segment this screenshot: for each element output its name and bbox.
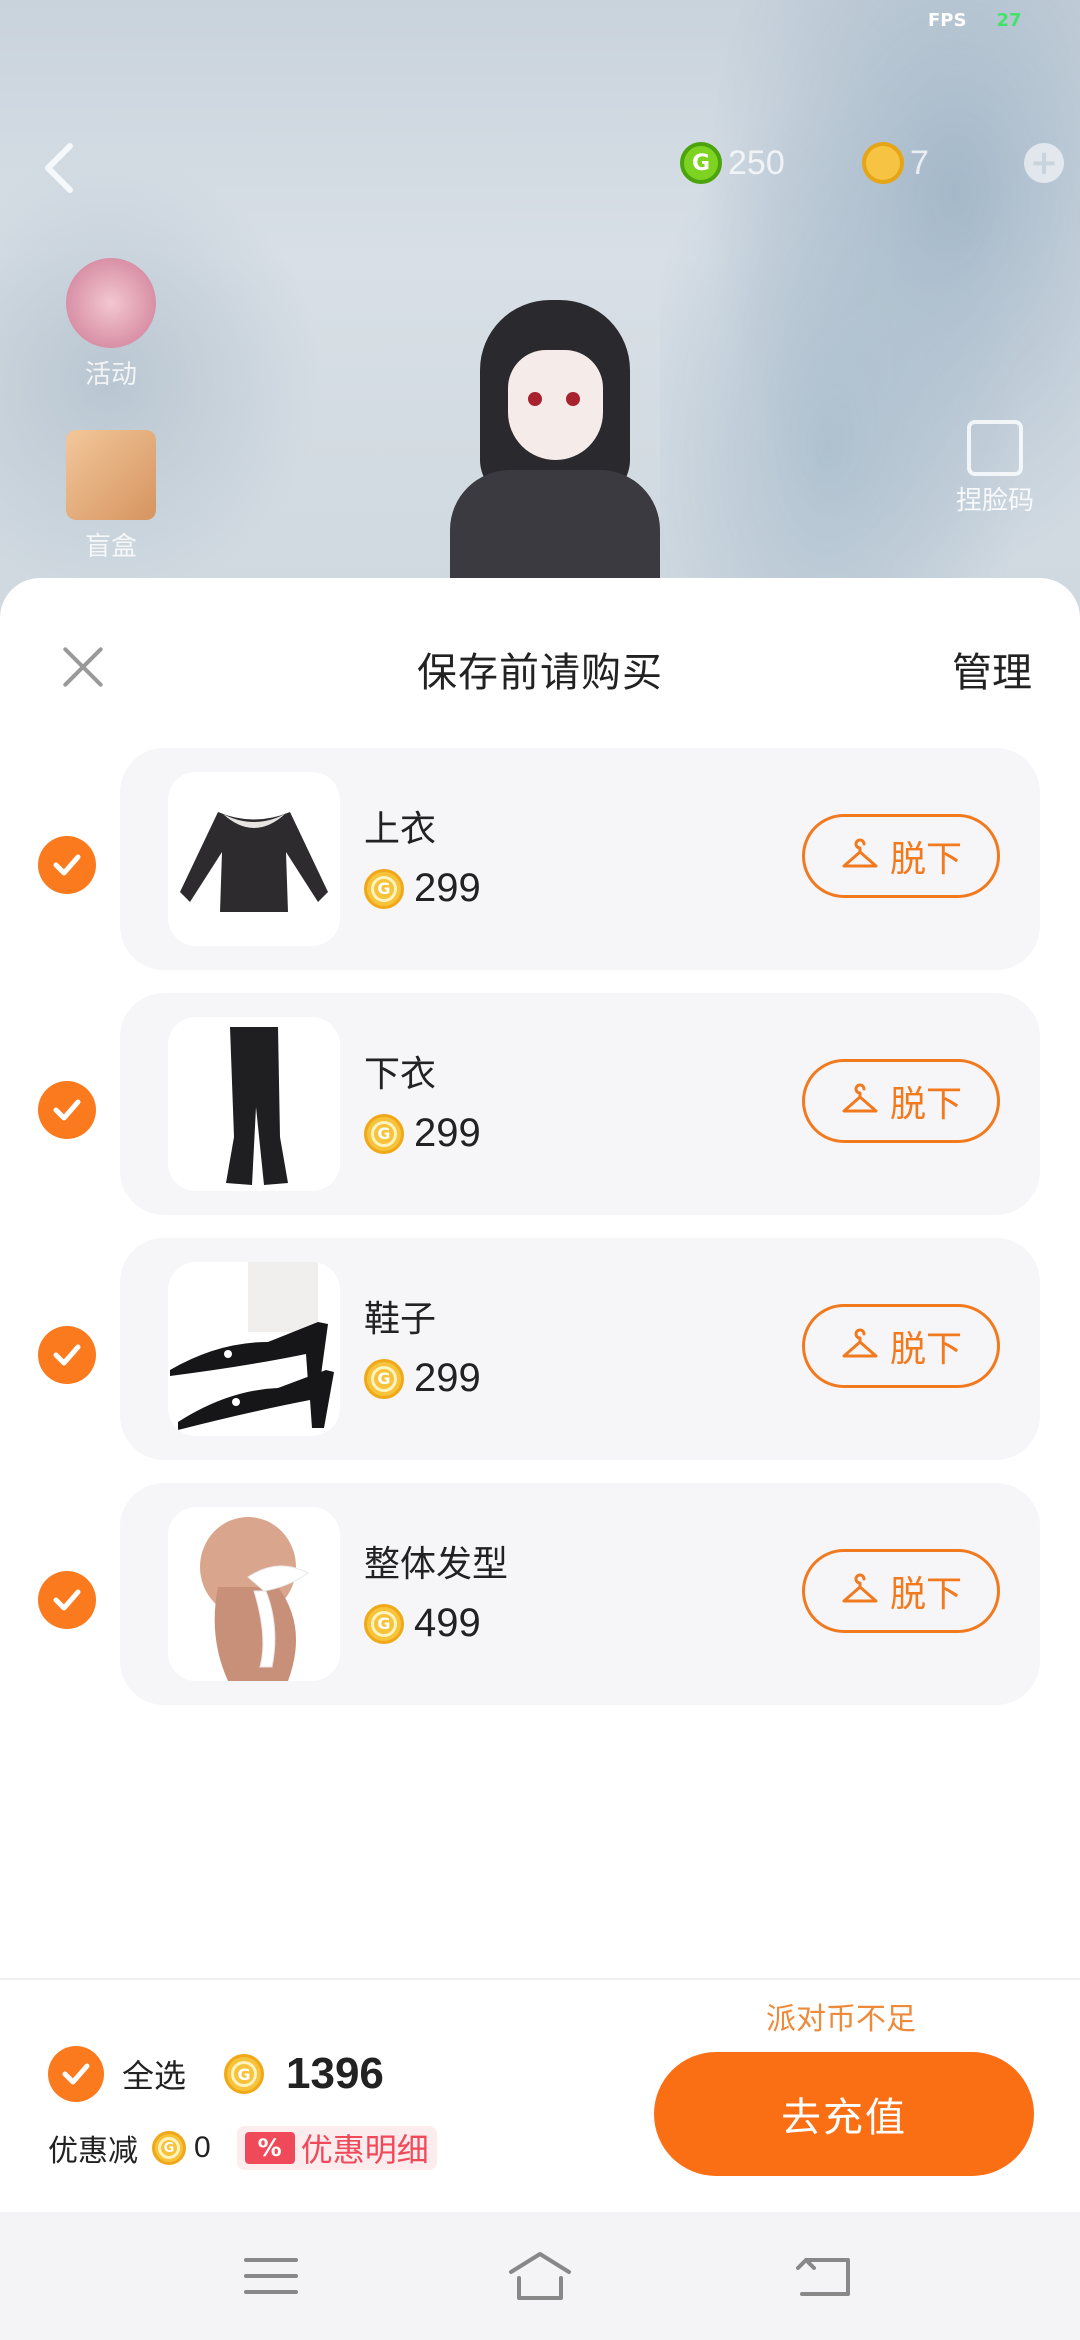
checkmark-icon	[53, 854, 81, 876]
item-price: G 299	[364, 1111, 481, 1156]
manage-button[interactable]: 管理	[952, 640, 1032, 698]
fps-counter: FPS 27	[928, 10, 1022, 31]
price-value: 299	[414, 1111, 481, 1155]
price-value: 299	[414, 1356, 481, 1400]
checkmark-icon	[53, 1344, 81, 1366]
checkmark-icon	[53, 1589, 81, 1611]
item-checkbox[interactable]	[38, 1326, 96, 1384]
discount-value: 0	[194, 2131, 211, 2164]
party-coin-icon: G	[152, 2131, 186, 2165]
discount-row: 优惠减 G 0 % 优惠明细	[48, 2126, 437, 2170]
yellow-currency-amount: 7	[910, 143, 929, 182]
hanger-icon	[842, 838, 878, 868]
fps-label: FPS	[928, 10, 967, 31]
take-off-button[interactable]: 脱下	[802, 1304, 1000, 1388]
scenery-left	[0, 120, 360, 640]
item-price: G 299	[364, 866, 481, 911]
face-code-label: 捏脸码	[955, 486, 1034, 516]
green-coin-icon: G	[680, 142, 722, 184]
item-card[interactable]: 下衣 G 299 脱下	[120, 993, 1040, 1215]
blindbox-entry[interactable]: 盲盒	[56, 430, 166, 563]
edit-icon	[967, 420, 1023, 476]
item-checkbox[interactable]	[38, 836, 96, 894]
party-coin-icon: G	[364, 1358, 404, 1399]
discount-label: 优惠减	[48, 2134, 138, 2169]
item-checkbox[interactable]	[38, 1081, 96, 1139]
take-off-button[interactable]: 脱下	[802, 1549, 1000, 1633]
take-off-label: 脱下	[889, 1084, 962, 1125]
gift-box-icon	[66, 430, 156, 520]
item-card[interactable]: 鞋子 G 299 脱下	[120, 1238, 1040, 1460]
list-item: 整体发型 G 499 脱下	[0, 1483, 1080, 1728]
percent-badge-icon: %	[244, 2132, 295, 2164]
checkmark-icon	[53, 1099, 81, 1121]
hanger-icon	[842, 1083, 878, 1113]
list-item: 下衣 G 299 脱下	[0, 993, 1080, 1238]
item-name: 整体发型	[364, 1544, 509, 1585]
party-coin-icon: G	[364, 1113, 404, 1154]
fps-value: 27	[996, 10, 1022, 31]
price-value: 299	[414, 866, 481, 910]
take-off-button[interactable]: 脱下	[802, 1059, 1000, 1143]
insufficient-balance-text: 派对币不足	[766, 2002, 916, 2037]
hanger-icon	[842, 1328, 878, 1358]
item-thumbnail	[168, 1507, 340, 1681]
green-currency-amount: 250	[728, 143, 785, 182]
yellow-coin-icon	[862, 142, 904, 184]
discount-detail-link[interactable]: % 优惠明细	[236, 2126, 437, 2170]
blindbox-label: 盲盒	[84, 532, 137, 562]
sheet-title: 保存前请购买	[417, 650, 663, 696]
party-coin-icon: G	[364, 868, 404, 909]
item-card[interactable]: 上衣 G 299 脱下	[120, 748, 1040, 970]
plus-icon: +	[1029, 143, 1059, 183]
take-off-label: 脱下	[889, 1574, 962, 1615]
list-item: 上衣 G 299 脱下	[0, 748, 1080, 993]
take-off-label: 脱下	[889, 1329, 962, 1370]
green-currency[interactable]: G 250	[680, 140, 785, 186]
item-price: G 499	[364, 1601, 481, 1646]
yellow-currency[interactable]: 7	[862, 140, 929, 186]
system-nav-bar	[0, 2212, 1080, 2340]
total-price: 1396	[286, 2049, 384, 2098]
checkout-footer: 派对币不足 全选 G 1396 优惠减 G 0 % 优惠明细 去充值	[0, 1978, 1080, 2212]
take-off-label: 脱下	[889, 839, 962, 880]
back-arrow-icon[interactable]	[40, 140, 80, 196]
hanger-icon	[842, 1573, 878, 1603]
take-off-button[interactable]: 脱下	[802, 814, 1000, 898]
discount-detail-label: 优惠明细	[300, 2131, 429, 2169]
add-currency-button[interactable]: +	[1024, 143, 1064, 183]
checkmark-icon	[62, 2063, 90, 2085]
select-all-label[interactable]: 全选	[122, 2051, 186, 2097]
purchase-sheet: 保存前请购买 管理 上衣 G 299 脱下 下衣 G 299 脱下 鞋子 G 2…	[0, 578, 1080, 2212]
select-all-row: 全选 G 1396	[48, 2046, 384, 2102]
back-icon[interactable]	[790, 2246, 860, 2306]
home-icon[interactable]	[505, 2246, 575, 2306]
item-card[interactable]: 整体发型 G 499 脱下	[120, 1483, 1040, 1705]
item-name: 下衣	[364, 1054, 437, 1095]
recharge-button[interactable]: 去充值	[654, 2052, 1034, 2176]
item-thumbnail	[168, 1262, 340, 1436]
item-thumbnail	[168, 1017, 340, 1191]
sheet-header: 保存前请购买 管理	[0, 578, 1080, 748]
activity-label: 活动	[84, 360, 137, 390]
activity-entry[interactable]: 活动	[56, 258, 166, 391]
item-list: 上衣 G 299 脱下 下衣 G 299 脱下 鞋子 G 299 脱下 整体发型…	[0, 748, 1080, 1728]
party-coin-icon: G	[364, 1603, 404, 1644]
price-value: 499	[414, 1601, 481, 1645]
item-name: 上衣	[364, 809, 437, 850]
select-all-checkbox[interactable]	[48, 2046, 104, 2102]
item-checkbox[interactable]	[38, 1571, 96, 1629]
scenery-trees	[660, 0, 1080, 640]
list-item: 鞋子 G 299 脱下	[0, 1238, 1080, 1483]
menu-icon[interactable]	[236, 2246, 306, 2306]
star-icon	[66, 258, 156, 348]
face-code-entry[interactable]: 捏脸码	[930, 420, 1060, 517]
item-thumbnail	[168, 772, 340, 946]
game-scene-background: FPS 27 G 250 7 + 活动 盲盒 捏脸码	[0, 0, 1080, 640]
party-coin-icon: G	[224, 2054, 265, 2094]
item-price: G 299	[364, 1356, 481, 1401]
item-name: 鞋子	[364, 1299, 437, 1340]
